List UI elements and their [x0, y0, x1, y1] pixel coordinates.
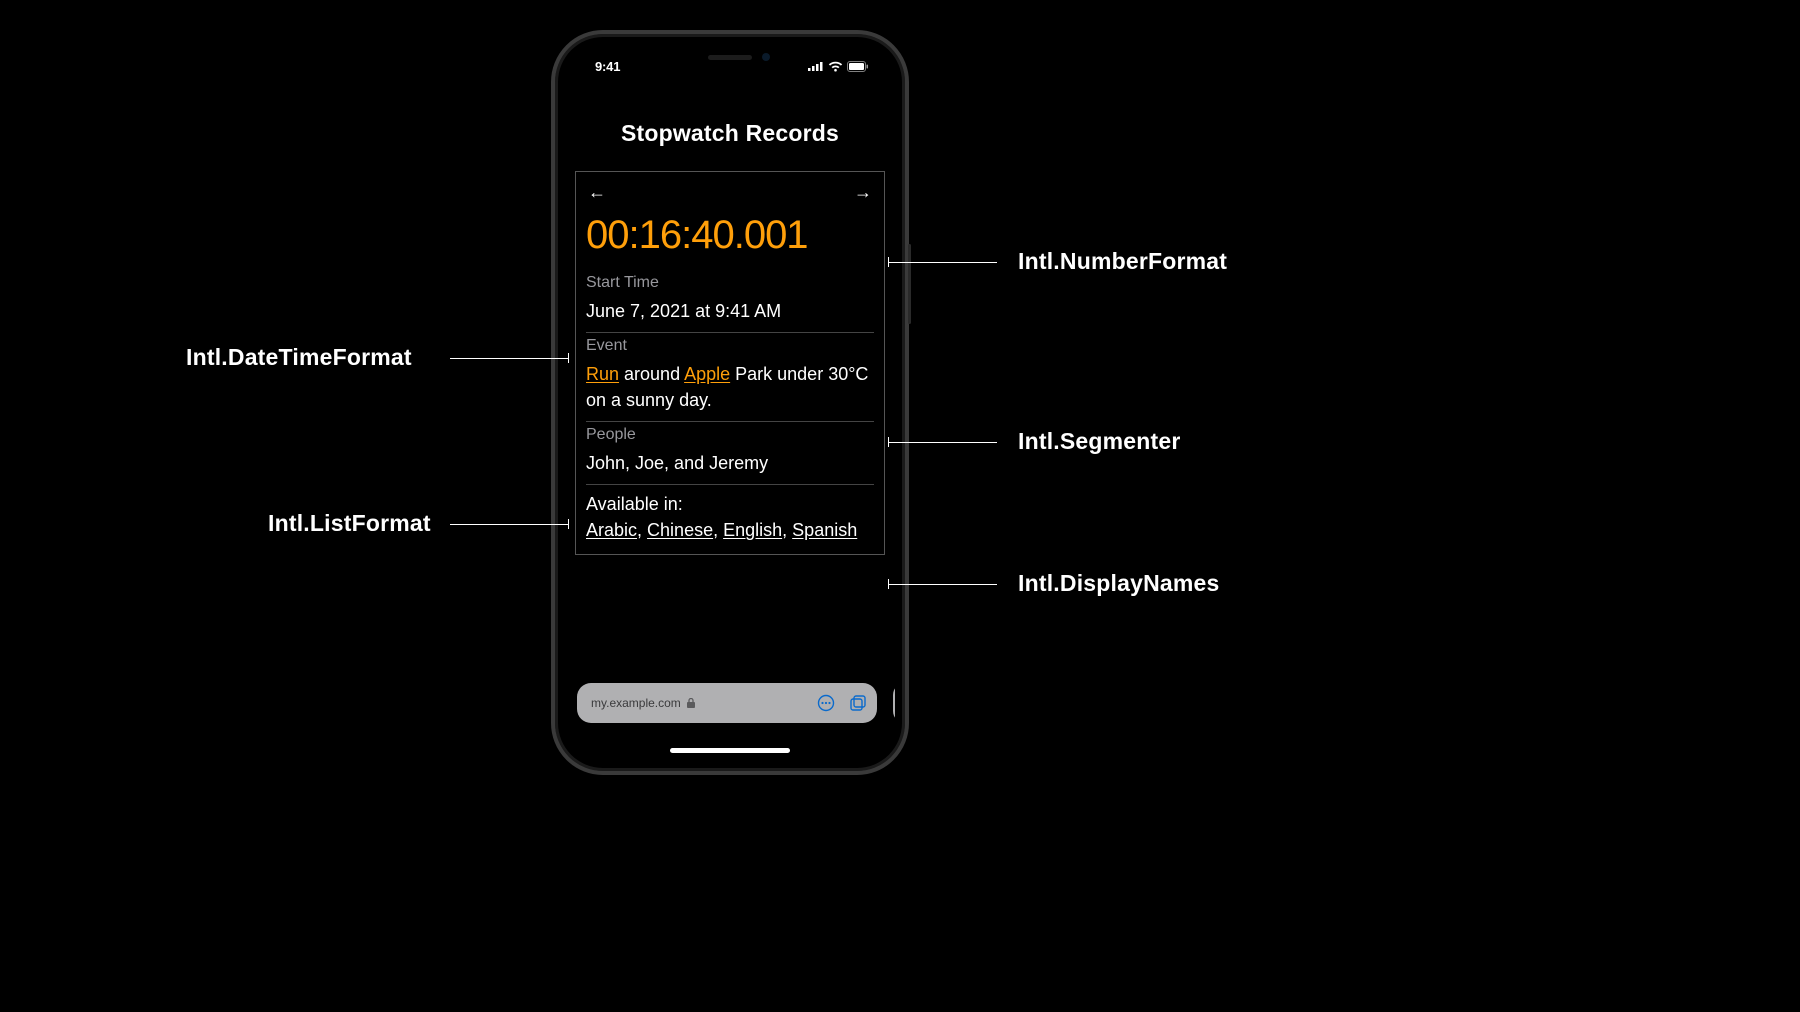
annot-line-listformat [450, 524, 568, 525]
annot-tick [568, 519, 569, 529]
lang-arabic[interactable]: Arabic [586, 520, 637, 540]
status-time: 9:41 [595, 59, 620, 74]
url-bar-peek [893, 683, 895, 723]
content-area: Stopwatch Records ← → 00:16:40.001 Start… [565, 88, 895, 761]
event-highlight-apple: Apple [684, 364, 730, 384]
event-highlight-run: Run [586, 364, 619, 384]
cellular-icon [808, 61, 824, 71]
battery-icon [847, 61, 869, 72]
phone-frame: 9:41 Stopwatch Records ← → 00:16:40.001 … [551, 30, 909, 775]
annot-segmenter: Intl.Segmenter [1018, 428, 1181, 455]
annot-datetimeformat: Intl.DateTimeFormat [186, 344, 412, 371]
lang-spanish[interactable]: Spanish [792, 520, 857, 540]
start-time-label: Start Time [586, 274, 874, 292]
annot-tick [888, 437, 889, 447]
record-card: ← → 00:16:40.001 Start Time June 7, 2021… [575, 171, 885, 555]
home-indicator [670, 748, 790, 753]
phone-side-button [908, 244, 911, 324]
lang-english[interactable]: English [723, 520, 782, 540]
annot-tick [888, 579, 889, 589]
annot-listformat: Intl.ListFormat [268, 510, 431, 537]
event-label: Event [586, 337, 874, 355]
annot-line-numberformat [888, 262, 997, 263]
status-bar: 9:41 [565, 44, 895, 88]
tabs-icon[interactable] [849, 694, 867, 712]
url-host-text: my.example.com [591, 696, 681, 710]
status-icons [808, 61, 869, 72]
next-arrow-icon[interactable]: → [854, 182, 872, 203]
people-value: John, Joe, and Jeremy [586, 450, 874, 485]
event-text: around [619, 364, 684, 384]
annot-tick [888, 257, 889, 267]
url-host: my.example.com [591, 696, 817, 710]
lang-chinese[interactable]: Chinese [647, 520, 713, 540]
timer-value: 00:16:40.001 [586, 213, 874, 258]
event-value: Run around Apple Park under 30°C on a su… [586, 361, 874, 422]
wifi-icon [828, 61, 843, 72]
page-title: Stopwatch Records [575, 120, 885, 147]
annot-displaynames: Intl.DisplayNames [1018, 570, 1220, 597]
annot-tick [568, 353, 569, 363]
more-icon[interactable] [817, 694, 835, 712]
people-label: People [586, 426, 874, 444]
phone-screen: 9:41 Stopwatch Records ← → 00:16:40.001 … [565, 44, 895, 761]
available-label: Available in: [586, 494, 683, 514]
annot-numberformat: Intl.NumberFormat [1018, 248, 1227, 275]
annot-line-displaynames [888, 584, 997, 585]
available-block: Available in: Arabic, Chinese, English, … [586, 491, 874, 545]
prev-arrow-icon[interactable]: ← [588, 182, 606, 203]
lock-icon [687, 698, 695, 708]
url-bar[interactable]: my.example.com [577, 683, 877, 723]
annot-line-datetimeformat [450, 358, 568, 359]
annot-line-segmenter [888, 442, 997, 443]
start-time-value: June 7, 2021 at 9:41 AM [586, 298, 874, 333]
record-nav: ← → [586, 182, 874, 207]
